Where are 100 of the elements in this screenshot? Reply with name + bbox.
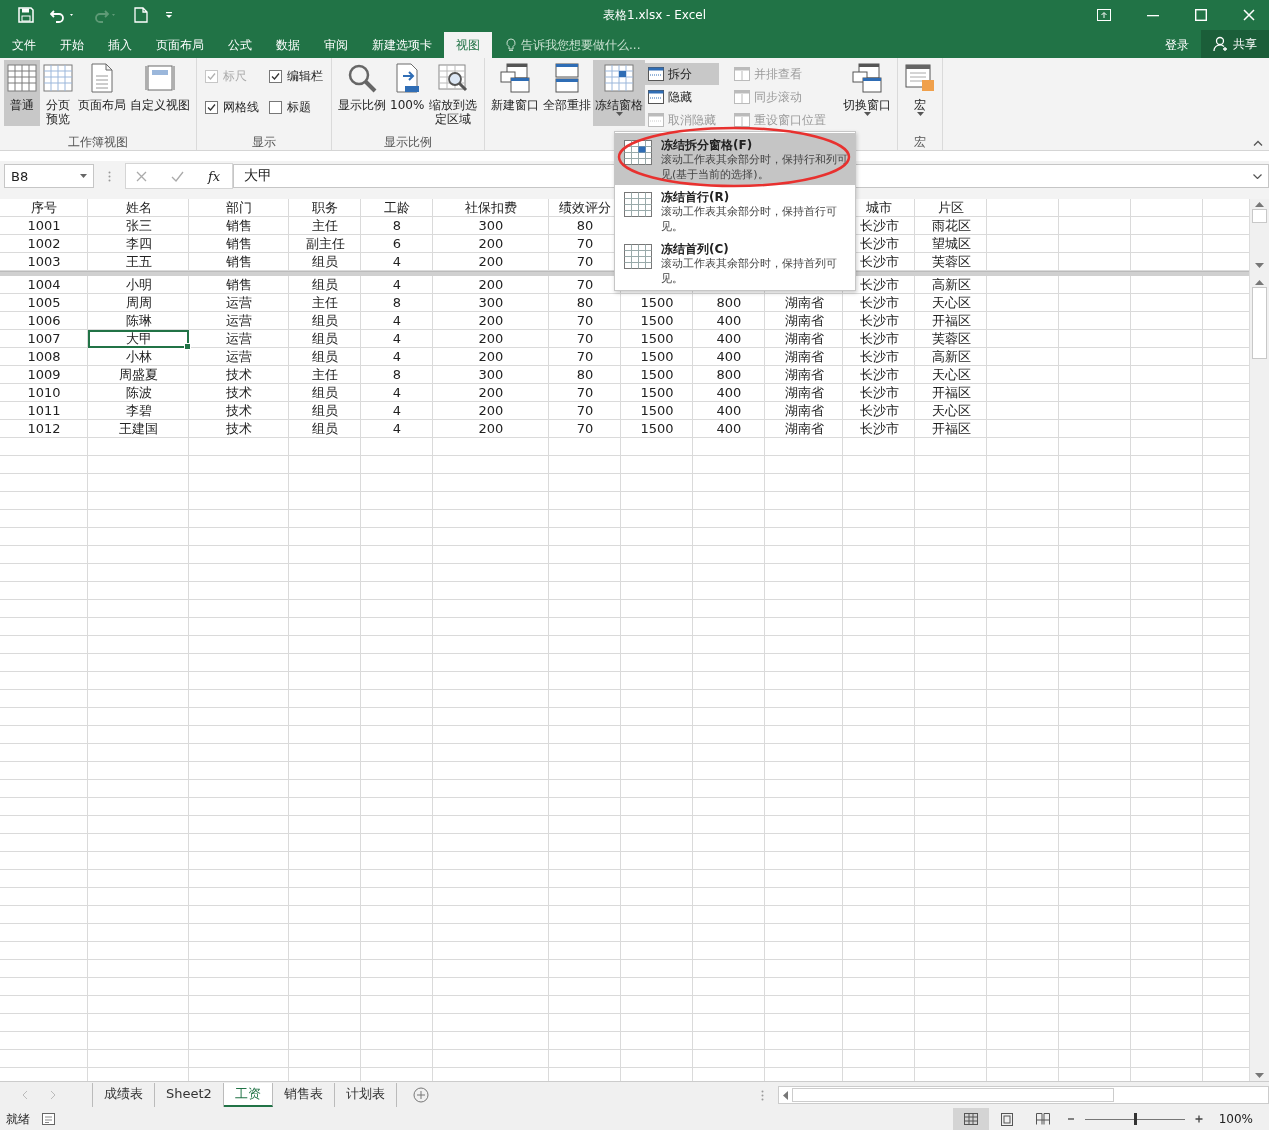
table-cell-text: 运营: [225, 330, 253, 348]
table-cell-text: 1500: [639, 402, 675, 420]
splitter-icon[interactable]: [761, 1089, 764, 1101]
table-cell-text: 销售: [225, 253, 253, 271]
ribbon-button[interactable]: 宏: [902, 60, 939, 126]
sheet-tab[interactable]: Sheet2: [155, 1083, 224, 1107]
macro-icon: [904, 62, 937, 94]
sign-in-link[interactable]: 登录: [1153, 32, 1201, 58]
caret-icon: [916, 112, 924, 116]
ribbon-button[interactable]: 冻结窗格: [593, 60, 646, 126]
menu-item[interactable]: 冻结首列(C) 滚动工作表其余部分时，保持首列可见。: [615, 237, 855, 289]
menu-item[interactable]: 冻结拆分窗格(F) 滚动工作表其余部分时，保持行和列可见(基于当前的选择)。: [615, 133, 855, 185]
view-button[interactable]: [952, 1108, 989, 1130]
sheet-tab[interactable]: 成绩表: [93, 1083, 155, 1107]
table-cell-text: 雨花区: [930, 217, 972, 235]
zoom-level[interactable]: 100%: [1208, 1112, 1269, 1126]
table-cell-text: 4: [391, 420, 403, 438]
save-icon[interactable]: [18, 7, 34, 23]
ribbon-button[interactable]: 100%: [388, 60, 427, 126]
insert-function-button[interactable]: fx: [208, 168, 221, 184]
ribbon-button[interactable]: 自定义视图: [128, 60, 192, 126]
scroll-left-icon[interactable]: [783, 1090, 788, 1100]
vertical-scrollbar[interactable]: [1250, 199, 1269, 271]
share-button[interactable]: 共享: [1201, 30, 1269, 58]
menu-item[interactable]: 冻结首行(R) 滚动工作表其余部分时，保持首行可见。: [615, 185, 855, 237]
pane-icon: [734, 90, 751, 104]
ribbon-button[interactable]: 页面布局: [76, 60, 128, 126]
ribbon-button[interactable]: 缩放到选定区域: [426, 60, 481, 128]
add-sheet-icon[interactable]: [412, 1087, 429, 1103]
table-cell-text: 300: [477, 217, 505, 235]
table-cell-text: 运营: [225, 312, 253, 330]
ribbon-tab[interactable]: 插入: [96, 32, 144, 58]
ribbon-display-icon[interactable]: [1097, 9, 1111, 21]
ribbon-small-button[interactable]: 拆分: [645, 63, 720, 85]
table-cell-text: 技术: [225, 384, 253, 402]
scroll-thumb[interactable]: [1252, 287, 1267, 359]
group-label: 工作簿视图: [67, 134, 129, 150]
undo-icon[interactable]: [50, 7, 76, 23]
ribbon-tab[interactable]: 数据: [264, 32, 312, 58]
zoom-out-icon[interactable]: [1066, 1115, 1075, 1123]
checkbox[interactable]: 网格线: [205, 99, 259, 116]
splitter-icon[interactable]: [108, 170, 111, 182]
table-cell-text: 1500: [639, 420, 675, 438]
scroll-thumb[interactable]: [1252, 209, 1267, 223]
ribbon-tab[interactable]: 公式: [216, 32, 264, 58]
enter-icon[interactable]: [171, 170, 184, 182]
table-cell-text: 400: [715, 330, 743, 348]
sheet-tab[interactable]: 计划表: [334, 1083, 397, 1107]
zoom-in-icon[interactable]: [1194, 1115, 1203, 1123]
sheet-tab[interactable]: 工资: [223, 1083, 273, 1107]
table-cell-text: 1012: [26, 420, 62, 438]
name-box[interactable]: B8: [4, 164, 94, 188]
tell-me-field[interactable]: 告诉我您想要做什么...: [492, 32, 641, 58]
table-cell-text: 1004: [26, 276, 62, 294]
ribbon-tab[interactable]: 页面布局: [144, 32, 216, 58]
ribbon-button[interactable]: 显示比例: [336, 60, 388, 126]
checkbox[interactable]: 编辑栏: [269, 68, 323, 85]
ribbon-tab[interactable]: 视图: [444, 32, 492, 58]
maximize-icon[interactable]: [1195, 9, 1207, 21]
ribbon-button[interactable]: 全部重排: [541, 60, 594, 126]
ribbon-tab[interactable]: 新建选项卡: [360, 32, 444, 58]
cancel-icon[interactable]: [136, 170, 147, 182]
table-cell-text: 长沙市: [858, 384, 900, 402]
ribbon-button[interactable]: 切换窗口: [841, 60, 894, 126]
ribbon-small-button[interactable]: 隐藏: [645, 86, 720, 108]
table-cell-text: 销售: [225, 276, 253, 294]
scroll-thumb[interactable]: [792, 1088, 1114, 1102]
table-cell-text: 组员: [311, 402, 339, 420]
ribbon-tab[interactable]: 开始: [48, 32, 96, 58]
table-cell-text: 小林: [124, 348, 153, 366]
ribbon-button[interactable]: 普通: [4, 60, 40, 126]
table-cell-text: 长沙市: [858, 330, 900, 348]
table-cell-text: 长沙市: [858, 235, 900, 253]
table-cell-text: 1010: [26, 384, 62, 402]
record-macro-icon[interactable]: [42, 1113, 55, 1125]
table-cell-text: 周盛夏: [118, 366, 159, 384]
new-file-icon[interactable]: [134, 7, 148, 23]
ribbon-button[interactable]: 分页预览: [40, 60, 76, 128]
table-cell-text: 芙蓉区: [930, 330, 972, 348]
zoom-slider-thumb[interactable]: [1133, 1112, 1137, 1125]
grid-icon: [623, 242, 653, 272]
scroll-up-icon[interactable]: [1255, 202, 1264, 207]
ribbon-tab[interactable]: 文件: [0, 32, 48, 58]
ribbon-tab[interactable]: 审阅: [312, 32, 360, 58]
table-cell-text: 70: [575, 312, 595, 330]
ribbon-button[interactable]: 新建窗口: [489, 60, 542, 126]
collapse-ribbon-icon[interactable]: [1253, 140, 1263, 146]
table-cell-text: 800: [715, 366, 743, 384]
close-icon[interactable]: [1243, 9, 1255, 21]
scroll-down-icon[interactable]: [1255, 263, 1264, 268]
checkbox[interactable]: 标题: [269, 99, 323, 116]
customize-icon[interactable]: [164, 10, 174, 20]
scroll-down-icon[interactable]: [1255, 1073, 1264, 1078]
table-cell-text: 200: [477, 312, 505, 330]
vertical-scrollbar[interactable]: [1250, 277, 1269, 1081]
expand-icon[interactable]: [1253, 173, 1262, 179]
horizontal-scrollbar[interactable]: [778, 1086, 1269, 1104]
scroll-up-icon[interactable]: [1255, 280, 1264, 285]
sheet-tab[interactable]: 销售表: [272, 1083, 335, 1107]
table-cell-text: 湖南省: [783, 420, 825, 438]
